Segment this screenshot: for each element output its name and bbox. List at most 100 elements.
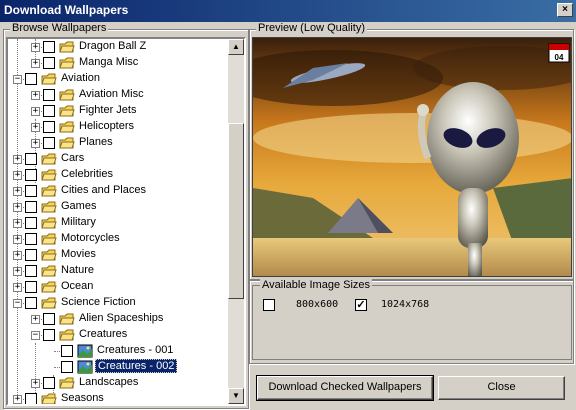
tree-node[interactable]: + Alien Spaceships bbox=[8, 311, 230, 327]
tree-checkbox[interactable] bbox=[25, 281, 37, 293]
tree-checkbox[interactable] bbox=[25, 297, 37, 309]
tree-checkbox[interactable] bbox=[43, 137, 55, 149]
expand-icon[interactable]: + bbox=[13, 203, 22, 212]
expand-icon[interactable]: + bbox=[13, 171, 22, 180]
tree-scrollbar[interactable]: ▲ ▼ bbox=[228, 39, 244, 404]
tree-checkbox[interactable] bbox=[43, 57, 55, 69]
tree-node[interactable]: + Landscapes bbox=[8, 375, 230, 391]
close-window-button[interactable]: × bbox=[557, 3, 573, 17]
tree-node[interactable]: + Aviation Misc bbox=[8, 87, 230, 103]
size-checkbox-1024x768[interactable]: ✓ bbox=[355, 299, 367, 311]
tree-node[interactable]: + Celebrities bbox=[8, 167, 230, 183]
folder-icon bbox=[41, 393, 57, 404]
expand-icon[interactable]: + bbox=[13, 395, 22, 404]
image-icon bbox=[77, 344, 93, 358]
scroll-up-arrow-icon[interactable]: ▲ bbox=[228, 39, 244, 55]
tree-checkbox[interactable] bbox=[43, 105, 55, 117]
tree-checkbox[interactable] bbox=[25, 233, 37, 245]
close-button[interactable]: Close bbox=[438, 376, 565, 400]
expand-icon[interactable]: + bbox=[31, 139, 40, 148]
tree-checkbox[interactable] bbox=[25, 201, 37, 213]
tree-checkbox[interactable] bbox=[25, 393, 37, 404]
expand-icon[interactable]: + bbox=[31, 43, 40, 52]
tree-checkbox[interactable] bbox=[43, 377, 55, 389]
expand-icon[interactable]: + bbox=[31, 315, 40, 324]
tree-checkbox[interactable] bbox=[25, 73, 37, 85]
collapse-icon[interactable]: − bbox=[13, 299, 22, 308]
tree-node[interactable]: + Cars bbox=[8, 151, 230, 167]
tree-checkbox[interactable] bbox=[43, 313, 55, 325]
tree-node-label: Science Fiction bbox=[61, 296, 136, 308]
folder-icon bbox=[41, 249, 57, 261]
tree-node[interactable]: Creatures - 002 bbox=[8, 359, 230, 375]
tree-node-label: Cities and Places bbox=[61, 184, 146, 196]
expand-icon[interactable]: + bbox=[13, 219, 22, 228]
expand-icon[interactable]: + bbox=[13, 267, 22, 276]
tree-node[interactable]: − Creatures bbox=[8, 327, 230, 343]
expand-icon[interactable]: + bbox=[13, 235, 22, 244]
folder-icon bbox=[41, 281, 57, 293]
collapse-icon[interactable]: − bbox=[31, 331, 40, 340]
size-checkbox-800x600[interactable] bbox=[263, 299, 275, 311]
tree-node[interactable]: + Motorcycles bbox=[8, 231, 230, 247]
expand-icon[interactable]: + bbox=[31, 107, 40, 116]
tree-checkbox[interactable] bbox=[25, 265, 37, 277]
download-checked-button[interactable]: Download Checked Wallpapers bbox=[256, 375, 434, 401]
tree-node[interactable]: + Games bbox=[8, 199, 230, 215]
tree-node[interactable]: + Manga Misc bbox=[8, 55, 230, 71]
expand-icon[interactable]: + bbox=[31, 123, 40, 132]
tree-checkbox[interactable] bbox=[25, 153, 37, 165]
tree-node[interactable]: + Ocean bbox=[8, 279, 230, 295]
tree-node[interactable]: − Aviation bbox=[8, 71, 230, 87]
size-label: 800x600 bbox=[296, 299, 339, 310]
tree-node[interactable]: Creatures - 001 bbox=[8, 343, 230, 359]
tree-node-label: Planes bbox=[79, 136, 113, 148]
tree-node-label: Creatures - 001 bbox=[97, 344, 174, 356]
tree-checkbox[interactable] bbox=[61, 345, 73, 357]
preview-badge: 04 bbox=[555, 53, 564, 62]
tree-checkbox[interactable] bbox=[25, 217, 37, 229]
tree-node[interactable]: + Helicopters bbox=[8, 119, 230, 135]
tree-node[interactable]: + Cities and Places bbox=[8, 183, 230, 199]
scroll-down-arrow-icon[interactable]: ▼ bbox=[228, 388, 244, 404]
expand-icon[interactable]: + bbox=[31, 59, 40, 68]
folder-icon bbox=[59, 137, 75, 149]
tree-node[interactable]: + Nature bbox=[8, 263, 230, 279]
tree-node[interactable]: + Movies bbox=[8, 247, 230, 263]
expand-icon[interactable]: + bbox=[31, 379, 40, 388]
tree-node[interactable]: + Planes bbox=[8, 135, 230, 151]
folder-icon bbox=[41, 297, 57, 309]
tree-node[interactable]: + Fighter Jets bbox=[8, 103, 230, 119]
folder-icon bbox=[41, 73, 57, 85]
wallpaper-tree[interactable]: + Dragon Ball Z + Manga Misc − Aviation + Aviat… bbox=[6, 37, 246, 406]
tree-items: + Dragon Ball Z + Manga Misc − Aviation + Aviat… bbox=[8, 39, 230, 404]
expand-icon[interactable]: + bbox=[13, 155, 22, 164]
tree-checkbox[interactable] bbox=[25, 169, 37, 181]
scroll-thumb[interactable] bbox=[228, 123, 244, 299]
tree-node-label: Military bbox=[61, 216, 96, 228]
expand-icon[interactable]: + bbox=[13, 187, 22, 196]
expand-icon[interactable]: + bbox=[13, 283, 22, 292]
tree-node-label: Aviation bbox=[61, 72, 100, 84]
folder-icon bbox=[59, 57, 75, 69]
folder-icon bbox=[41, 201, 57, 213]
image-icon bbox=[77, 360, 93, 374]
tree-checkbox[interactable] bbox=[43, 41, 55, 53]
expand-icon[interactable]: + bbox=[31, 91, 40, 100]
tree-checkbox[interactable] bbox=[43, 121, 55, 133]
tree-node-label: Helicopters bbox=[79, 120, 135, 132]
expand-icon[interactable]: + bbox=[13, 251, 22, 260]
tree-node[interactable]: + Seasons bbox=[8, 391, 230, 404]
sizes-legend: Available Image Sizes bbox=[260, 279, 373, 291]
folder-icon bbox=[59, 121, 75, 133]
tree-node[interactable]: − Science Fiction bbox=[8, 295, 230, 311]
tree-checkbox[interactable] bbox=[43, 329, 55, 341]
collapse-icon[interactable]: − bbox=[13, 75, 22, 84]
tree-node[interactable]: + Dragon Ball Z bbox=[8, 39, 230, 55]
tree-checkbox[interactable] bbox=[25, 185, 37, 197]
tree-checkbox[interactable] bbox=[43, 89, 55, 101]
tree-checkbox[interactable] bbox=[25, 249, 37, 261]
tree-checkbox[interactable] bbox=[61, 361, 73, 373]
tree-node[interactable]: + Military bbox=[8, 215, 230, 231]
title-bar[interactable]: Download Wallpapers × bbox=[0, 0, 576, 22]
